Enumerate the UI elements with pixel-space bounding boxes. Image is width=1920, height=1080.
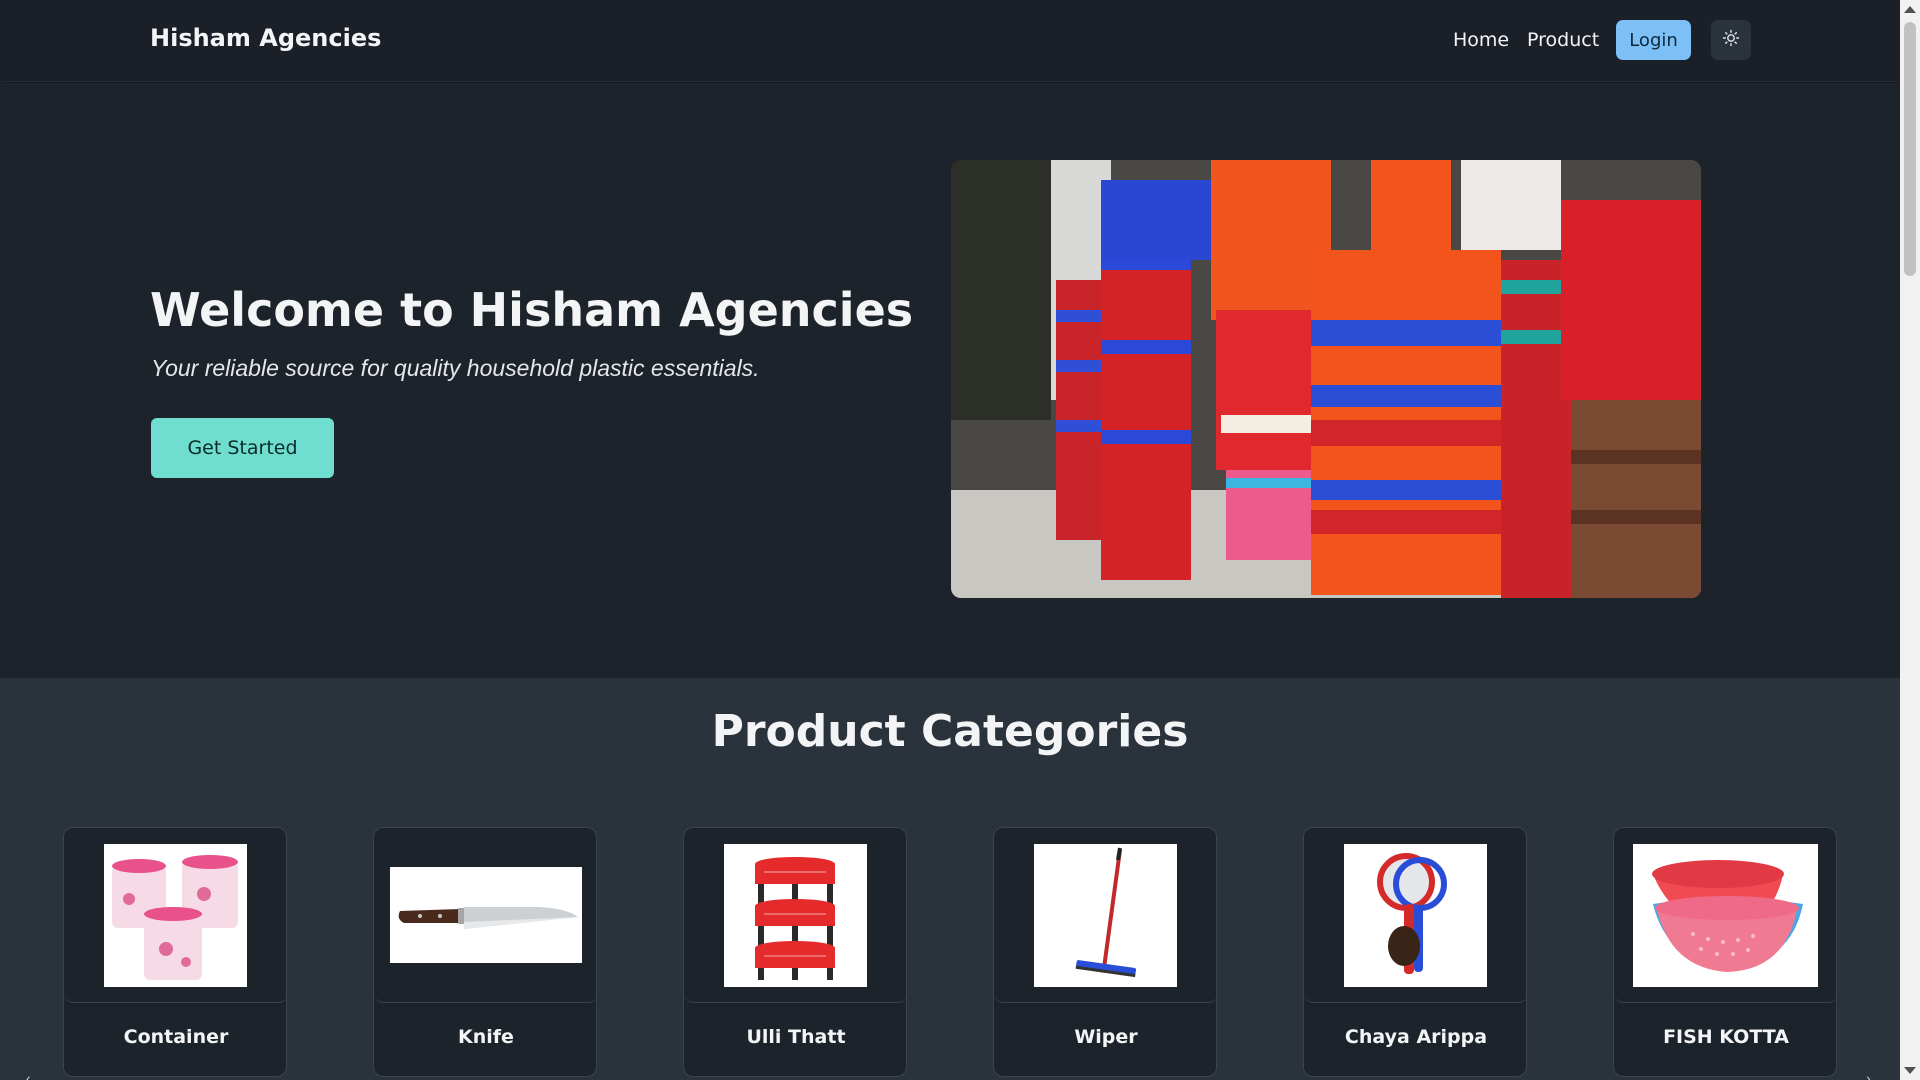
category-card-knife[interactable]: Knife bbox=[373, 827, 597, 1077]
category-label: Ulli Thatt bbox=[746, 1026, 846, 1048]
page: Hisham Agencies Home Product Login Welco… bbox=[0, 0, 1900, 1080]
sun-icon bbox=[1722, 29, 1740, 52]
category-card-fish-kotta[interactable]: FISH KOTTA bbox=[1613, 827, 1837, 1077]
category-label: Knife bbox=[458, 1026, 514, 1048]
get-started-button[interactable]: Get Started bbox=[151, 418, 334, 478]
category-image-frame bbox=[1304, 828, 1526, 1003]
category-label: Container bbox=[123, 1026, 229, 1048]
category-card-wiper[interactable]: Wiper bbox=[993, 827, 1217, 1077]
category-label: Wiper bbox=[1074, 1026, 1138, 1048]
category-card-container[interactable]: Container bbox=[63, 827, 287, 1077]
nav-link-product[interactable]: Product bbox=[1527, 29, 1599, 51]
login-button[interactable]: Login bbox=[1616, 20, 1691, 60]
container-jars-image bbox=[104, 844, 247, 987]
hero-subtitle: Your reliable source for quality househo… bbox=[151, 355, 760, 381]
category-image-frame bbox=[1614, 828, 1836, 1003]
category-image-frame bbox=[374, 828, 596, 1003]
carousel-prev-icon[interactable]: ‹ bbox=[26, 1070, 31, 1080]
category-label: FISH KOTTA bbox=[1663, 1026, 1789, 1048]
category-image-frame bbox=[64, 828, 286, 1003]
page-scrollbar[interactable] bbox=[1900, 0, 1920, 1080]
nav-link-home[interactable]: Home bbox=[1453, 29, 1509, 51]
categories-title: Product Categories bbox=[711, 706, 1189, 757]
category-card-chaya-arippa[interactable]: Chaya Arippa bbox=[1303, 827, 1527, 1077]
stacked-plastic-buckets-photo bbox=[951, 160, 1701, 598]
tea-strainer-image bbox=[1344, 844, 1487, 987]
hero-image bbox=[951, 160, 1701, 598]
tiered-basket-rack-image bbox=[724, 844, 867, 987]
hero-title: Welcome to Hisham Agencies bbox=[150, 283, 914, 337]
scroll-up-arrow-icon[interactable] bbox=[1904, 6, 1916, 13]
knife-image bbox=[390, 867, 582, 963]
floor-wiper-image bbox=[1034, 844, 1177, 987]
category-card-ulli-thatt[interactable]: Ulli Thatt bbox=[683, 827, 907, 1077]
carousel-next-icon[interactable]: › bbox=[1866, 1070, 1871, 1080]
scrollbar-thumb[interactable] bbox=[1904, 22, 1916, 276]
navbar: Hisham Agencies Home Product Login bbox=[0, 0, 1900, 82]
scroll-down-arrow-icon[interactable] bbox=[1904, 1067, 1916, 1074]
category-image-frame bbox=[684, 828, 906, 1003]
category-image-frame bbox=[994, 828, 1216, 1003]
category-label: Chaya Arippa bbox=[1344, 1026, 1488, 1048]
product-categories-section: Product Categories Container Knife Ulli … bbox=[0, 678, 1900, 1080]
colander-basket-image bbox=[1633, 844, 1818, 987]
brand-logo[interactable]: Hisham Agencies bbox=[150, 24, 381, 52]
hero-section: Welcome to Hisham Agencies Your reliable… bbox=[0, 83, 1900, 678]
theme-toggle-button[interactable] bbox=[1711, 20, 1751, 60]
